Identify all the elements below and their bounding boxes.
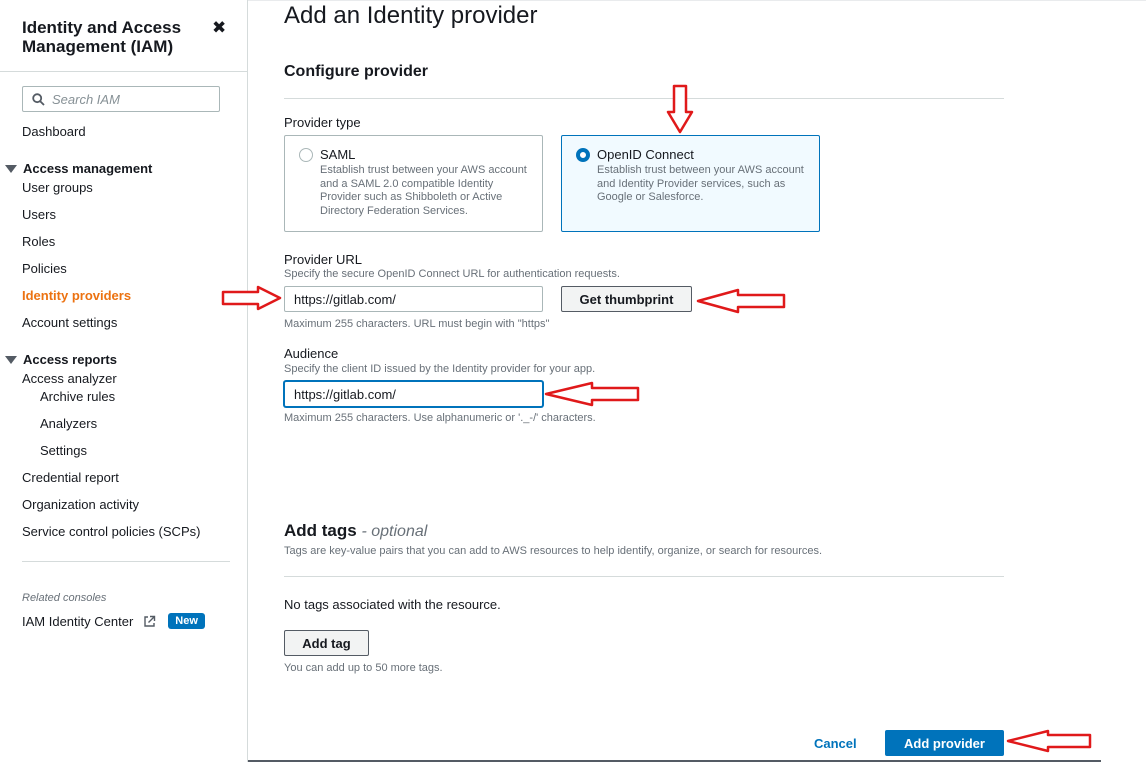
identity-center-label: IAM Identity Center (22, 613, 134, 629)
sidebar-item-user-groups[interactable]: User groups (22, 180, 93, 195)
saml-description: Establish trust between your AWS account… (320, 164, 527, 217)
top-border (248, 0, 1146, 1)
section-label: Access management (23, 161, 153, 176)
section-access-reports[interactable]: Access reports (5, 352, 117, 367)
provider-url-hint: Maximum 255 characters. URL must begin w… (284, 318, 550, 330)
section-divider (284, 98, 1004, 99)
iam-identity-center-link[interactable]: IAM Identity Center New (22, 613, 205, 629)
add-tag-button[interactable]: Add tag (284, 630, 369, 656)
sidebar-divider (0, 71, 248, 72)
close-icon[interactable]: ✖ (212, 18, 226, 38)
audience-hint: Maximum 255 characters. Use alphanumeric… (284, 412, 596, 424)
sidebar-item-dashboard[interactable]: Dashboard (22, 124, 86, 139)
no-tags-text: No tags associated with the resource. (284, 597, 501, 612)
provider-type-label: Provider type (284, 115, 361, 130)
get-thumbprint-button[interactable]: Get thumbprint (561, 286, 692, 312)
search-input[interactable] (52, 91, 202, 107)
add-tags-heading: Add tags - optional (284, 521, 427, 541)
configure-provider-heading: Configure provider (284, 63, 429, 80)
search-icon (32, 92, 45, 106)
provider-url-description: Specify the secure OpenID Connect URL fo… (284, 268, 620, 280)
tags-limit-text: You can add up to 50 more tags. (284, 662, 443, 674)
optional-label: - optional (361, 523, 428, 540)
related-consoles-label: Related consoles (22, 592, 107, 604)
provider-type-saml[interactable]: SAML Establish trust between your AWS ac… (284, 135, 543, 232)
red-arrow-left-icon (696, 288, 786, 314)
openid-radio[interactable] (576, 148, 590, 162)
add-provider-button[interactable]: Add provider (885, 730, 1004, 756)
new-badge: New (168, 613, 205, 629)
sidebar-item-users[interactable]: Users (22, 207, 56, 222)
caret-down-icon (5, 164, 17, 173)
audience-label: Audience (284, 346, 339, 361)
red-arrow-left-icon (544, 381, 640, 407)
section-label: Access reports (23, 352, 117, 367)
sidebar-item-archive-rules[interactable]: Archive rules (40, 389, 115, 404)
sidebar-item-account-settings[interactable]: Account settings (22, 315, 117, 330)
external-link-icon (143, 615, 156, 628)
provider-url-label: Provider URL (284, 252, 363, 267)
sidebar-item-policies[interactable]: Policies (22, 261, 67, 276)
saml-title: SAML (320, 147, 356, 162)
caret-down-icon (5, 355, 17, 364)
audience-input[interactable] (284, 381, 543, 407)
openid-title: OpenID Connect (597, 147, 694, 162)
provider-url-input[interactable] (284, 286, 543, 312)
search-box[interactable] (22, 86, 220, 112)
saml-radio[interactable] (299, 148, 313, 162)
section-access-management[interactable]: Access management (5, 161, 152, 176)
sidebar-item-scps[interactable]: Service control policies (SCPs) (22, 524, 200, 539)
provider-type-openid-connect[interactable]: OpenID Connect Establish trust between y… (561, 135, 820, 232)
sidebar-item-identity-providers[interactable]: Identity providers (22, 288, 131, 303)
sidebar-title: Identity and Access Management (IAM) (22, 18, 182, 56)
sidebar-item-analyzers[interactable]: Analyzers (40, 416, 97, 431)
red-arrow-left-icon (1006, 729, 1092, 753)
sidebar-item-settings[interactable]: Settings (40, 443, 87, 458)
sidebar-item-roles[interactable]: Roles (22, 234, 55, 249)
cancel-button[interactable]: Cancel (814, 736, 857, 751)
sidebar-item-access-analyzer[interactable]: Access analyzer (22, 371, 117, 386)
sidebar-divider (22, 561, 230, 562)
audience-description: Specify the client ID issued by the Iden… (284, 363, 596, 375)
tags-description: Tags are key-value pairs that you can ad… (284, 545, 823, 557)
red-arrow-down-icon (666, 84, 694, 134)
add-tags-title: Add tags (284, 521, 357, 540)
section-divider (284, 576, 1004, 577)
sidebar-item-credential-report[interactable]: Credential report (22, 470, 119, 485)
page-title: Add an Identity provider (284, 2, 538, 29)
openid-description: Establish trust between your AWS account… (597, 164, 804, 203)
sidebar-item-organization-activity[interactable]: Organization activity (22, 497, 139, 512)
sidebar: Identity and Access Management (IAM) ✖ D… (0, 0, 248, 762)
